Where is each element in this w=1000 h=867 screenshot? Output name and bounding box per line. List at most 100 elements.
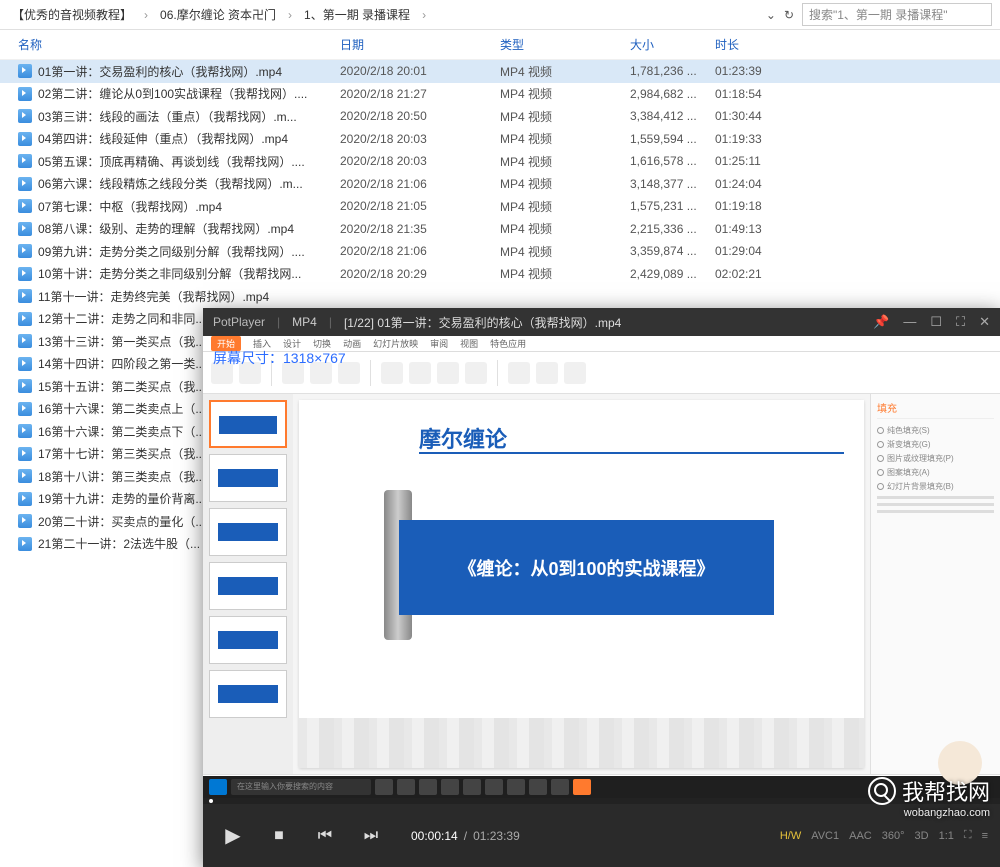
video-area[interactable]: 屏幕尺寸：1318×767 开始 插入设计切换动画幻灯片放映审阅视图特色应用	[203, 336, 1000, 798]
header-type[interactable]: 类型	[500, 36, 630, 53]
breadcrumb[interactable]: 【优秀的音视频教程】 › 06.摩尔缠论 资本卍门 › 1、第一期 录播课程 ›	[8, 4, 758, 25]
fullscreen-icon[interactable]: ⛶	[964, 829, 972, 842]
file-type: MP4 视频	[500, 265, 630, 282]
next-button[interactable]: ⏭	[353, 818, 389, 854]
file-date: 2020/2/18 21:35	[340, 222, 500, 236]
file-row[interactable]: 03第三讲：线段的画法（重点）（我帮找网）.m...2020/2/18 20:5…	[0, 105, 1000, 128]
file-row[interactable]: 11第十一讲：走势终完美（我帮找网）.mp4	[0, 285, 1000, 308]
file-name: 05第五课：顶底再精确、再谈划线（我帮找网）....	[38, 153, 305, 170]
video-file-icon	[18, 357, 32, 371]
file-size: 1,781,236 ...	[630, 64, 715, 78]
file-type: MP4 视频	[500, 220, 630, 237]
watermark: 我帮找网 wobangzhao.com	[868, 775, 990, 807]
crumb-sep: ›	[140, 6, 152, 24]
file-row[interactable]: 10第十讲：走势分类之非同级别分解（我帮找网...2020/2/18 20:29…	[0, 263, 1000, 286]
file-duration: 01:30:44	[715, 109, 800, 123]
dropdown-icon[interactable]: ⌄	[766, 8, 776, 22]
prev-button[interactable]: ⏮	[307, 818, 343, 854]
video-file-icon	[18, 64, 32, 78]
close-icon[interactable]: ✕	[979, 314, 990, 330]
format-panel: 填充 纯色填充(S) 渐变填充(G) 图片或纹理填充(P) 图案填充(A) 幻灯…	[870, 394, 1000, 774]
file-duration: 02:02:21	[715, 267, 800, 281]
potplayer-window[interactable]: PotPlayer | MP4 | [1/22] 01第一讲：交易盈利的核心（我…	[203, 308, 1000, 867]
video-format: MP4	[292, 315, 317, 329]
video-file-icon	[18, 267, 32, 281]
stop-button[interactable]: ■	[261, 818, 297, 854]
file-type: MP4 视频	[500, 243, 630, 260]
file-type: MP4 视频	[500, 198, 630, 215]
file-name: 16第十六课：第二类卖点下（...	[38, 423, 205, 440]
column-headers[interactable]: 名称 日期 类型 大小 时长	[0, 30, 1000, 60]
file-type: MP4 视频	[500, 63, 630, 80]
header-date[interactable]: 日期	[340, 36, 500, 53]
video-file-icon	[18, 469, 32, 483]
file-row[interactable]: 08第八课：级别、走势的理解（我帮找网）.mp4 2020/2/18 21:35M…	[0, 218, 1000, 241]
crumb-sep: ›	[284, 6, 296, 24]
slide-canvas: 摩尔缠论 《缠论：从0到100的实战课程》	[299, 400, 864, 768]
file-name: 07第七课：中枢（我帮找网）.mp4	[38, 198, 222, 215]
file-size: 2,984,682 ...	[630, 87, 715, 101]
file-type: MP4 视频	[500, 130, 630, 147]
file-name: 08第八课：级别、走势的理解（我帮找网）.mp4	[38, 220, 294, 237]
file-row[interactable]: 01第一讲：交易盈利的核心（我帮找网）.mp42020/2/18 20:01MP…	[0, 60, 1000, 83]
minimize-icon[interactable]: —	[903, 314, 916, 330]
time-display: 00:00:14 / 01:23:39	[411, 829, 520, 843]
video-file-icon	[18, 424, 32, 438]
pin-icon[interactable]: 📌	[873, 314, 889, 330]
video-title: [1/22] 01第一讲：交易盈利的核心（我帮找网）.mp4	[344, 314, 861, 331]
video-file-icon	[18, 87, 32, 101]
crumb-sep: ›	[418, 6, 430, 24]
play-button[interactable]: ▶	[215, 818, 251, 854]
file-duration: 01:49:13	[715, 222, 800, 236]
taskbar-search: 在这里输入你要搜索的内容	[231, 779, 371, 795]
slide-thumbnails	[203, 394, 293, 774]
file-size: 2,429,089 ...	[630, 267, 715, 281]
crumb-1[interactable]: 【优秀的音视频教程】	[8, 4, 136, 25]
refresh-icon[interactable]: ↻	[784, 8, 794, 22]
file-size: 1,559,594 ...	[630, 132, 715, 146]
3d-icon[interactable]: 3D	[915, 830, 929, 842]
file-row[interactable]: 09第九讲：走势分类之同级别分解（我帮找网）....2020/2/18 21:0…	[0, 240, 1000, 263]
screen-dimensions: 屏幕尺寸：1318×767	[213, 348, 346, 368]
header-name[interactable]: 名称	[18, 36, 340, 53]
crumb-3[interactable]: 1、第一期 录播课程	[300, 4, 414, 25]
crumb-2[interactable]: 06.摩尔缠论 资本卍门	[156, 4, 280, 25]
video-file-icon	[18, 312, 32, 326]
scale-icon[interactable]: 1:1	[939, 830, 954, 842]
codec-audio: AAC	[849, 830, 872, 842]
file-name: 14第十四讲：四阶段之第一类...	[38, 355, 205, 372]
file-name: 04第四讲：线段延伸（重点）（我帮找网）.mp4	[38, 130, 288, 147]
file-size: 1,616,578 ...	[630, 154, 715, 168]
menu-icon[interactable]: ≡	[982, 830, 988, 842]
header-duration[interactable]: 时长	[715, 36, 800, 53]
file-name: 18第十八讲：第三类卖点（我...	[38, 468, 205, 485]
player-controls: ▶ ■ ⏮ ⏭ 00:00:14 / 01:23:39 H/W AVC1 AAC…	[203, 804, 1000, 867]
file-row[interactable]: 06第六课：线段精炼之线段分类（我帮找网）.m...2020/2/18 21:0…	[0, 173, 1000, 196]
file-name: 03第三讲：线段的画法（重点）（我帮找网）.m...	[38, 108, 297, 125]
potplayer-titlebar[interactable]: PotPlayer | MP4 | [1/22] 01第一讲：交易盈利的核心（我…	[203, 308, 1000, 336]
search-input[interactable]: 搜索"1、第一期 录播课程"	[802, 3, 992, 26]
file-date: 2020/2/18 20:03	[340, 132, 500, 146]
slide-banner: 《缠论：从0到100的实战课程》	[399, 520, 774, 615]
file-duration: 01:29:04	[715, 244, 800, 258]
file-row[interactable]: 07第七课：中枢（我帮找网）.mp4 2020/2/18 21:05MP4 视频1…	[0, 195, 1000, 218]
maximize-icon[interactable]: ☐	[930, 314, 942, 330]
file-size: 3,148,377 ...	[630, 177, 715, 191]
header-size[interactable]: 大小	[630, 36, 715, 53]
video-file-icon	[18, 222, 32, 236]
file-row[interactable]: 04第四讲：线段延伸（重点）（我帮找网）.mp4 2020/2/18 20:03M…	[0, 128, 1000, 151]
start-icon	[209, 779, 227, 795]
file-row[interactable]: 05第五课：顶底再精确、再谈划线（我帮找网）....2020/2/18 20:0…	[0, 150, 1000, 173]
video-file-icon	[18, 514, 32, 528]
file-row[interactable]: 02第二讲：缠论从0到100实战课程（我帮找网）....2020/2/18 21…	[0, 83, 1000, 106]
file-name: 11第十一讲：走势终完美（我帮找网）.mp4	[38, 288, 269, 305]
search-logo-icon	[868, 777, 896, 805]
file-size: 1,575,231 ...	[630, 199, 715, 213]
file-date: 2020/2/18 21:05	[340, 199, 500, 213]
vr-badge[interactable]: 360°	[882, 830, 905, 842]
fullscreen-icon[interactable]: ⛶	[956, 314, 965, 330]
video-file-icon	[18, 447, 32, 461]
slide-title: 摩尔缠论	[419, 422, 507, 454]
file-type: MP4 视频	[500, 108, 630, 125]
file-size: 3,384,412 ...	[630, 109, 715, 123]
